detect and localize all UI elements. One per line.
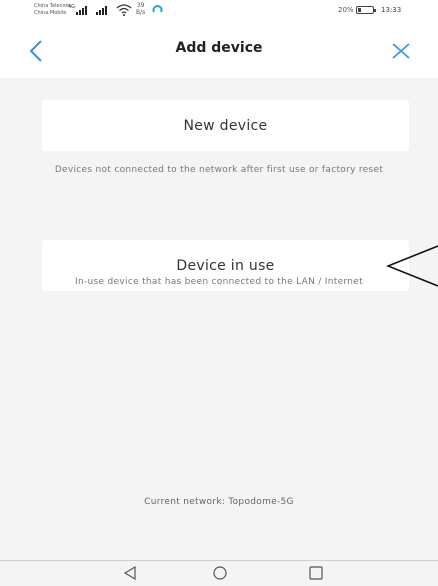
- wifi-icon: [116, 4, 132, 16]
- device-in-use-description: In-use device that has been connected to…: [75, 277, 363, 287]
- carrier-1: China Telecom: [34, 3, 71, 9]
- status-bar: China Telecom China Mobile 4G 39 B/s 20%…: [0, 0, 438, 26]
- sync-icon: [152, 5, 163, 13]
- triangle-back-icon[interactable]: [120, 565, 140, 581]
- new-device-label: New device: [183, 117, 268, 134]
- circle-home-icon[interactable]: [210, 565, 230, 581]
- square-recent-icon[interactable]: [306, 565, 326, 581]
- device-in-use-label: Device in use: [176, 257, 275, 274]
- signal-icon: [76, 6, 90, 15]
- network-speed: 39 B/s: [136, 2, 145, 16]
- network-speed-value: 39: [136, 2, 145, 9]
- page-title: Add device: [175, 40, 263, 56]
- current-network-text: Current network: Topodome-5G: [144, 497, 294, 507]
- battery-percent: 20%: [338, 6, 354, 14]
- header: Add device: [0, 26, 438, 78]
- navigation-bar: [0, 560, 438, 586]
- network-type: 4G: [68, 4, 76, 10]
- new-device-description: Devices not connected to the network aft…: [54, 165, 384, 175]
- network-speed-unit: B/s: [136, 9, 146, 16]
- carrier-info: China Telecom China Mobile: [34, 3, 70, 17]
- new-device-button[interactable]: New device: [42, 100, 409, 151]
- battery-icon: [356, 6, 376, 14]
- carrier-2: China Mobile: [34, 10, 67, 16]
- close-icon[interactable]: [386, 36, 416, 66]
- signal-icon: [96, 6, 110, 15]
- pointer-arrow-icon: [386, 245, 438, 287]
- clock: 13:33: [381, 6, 402, 14]
